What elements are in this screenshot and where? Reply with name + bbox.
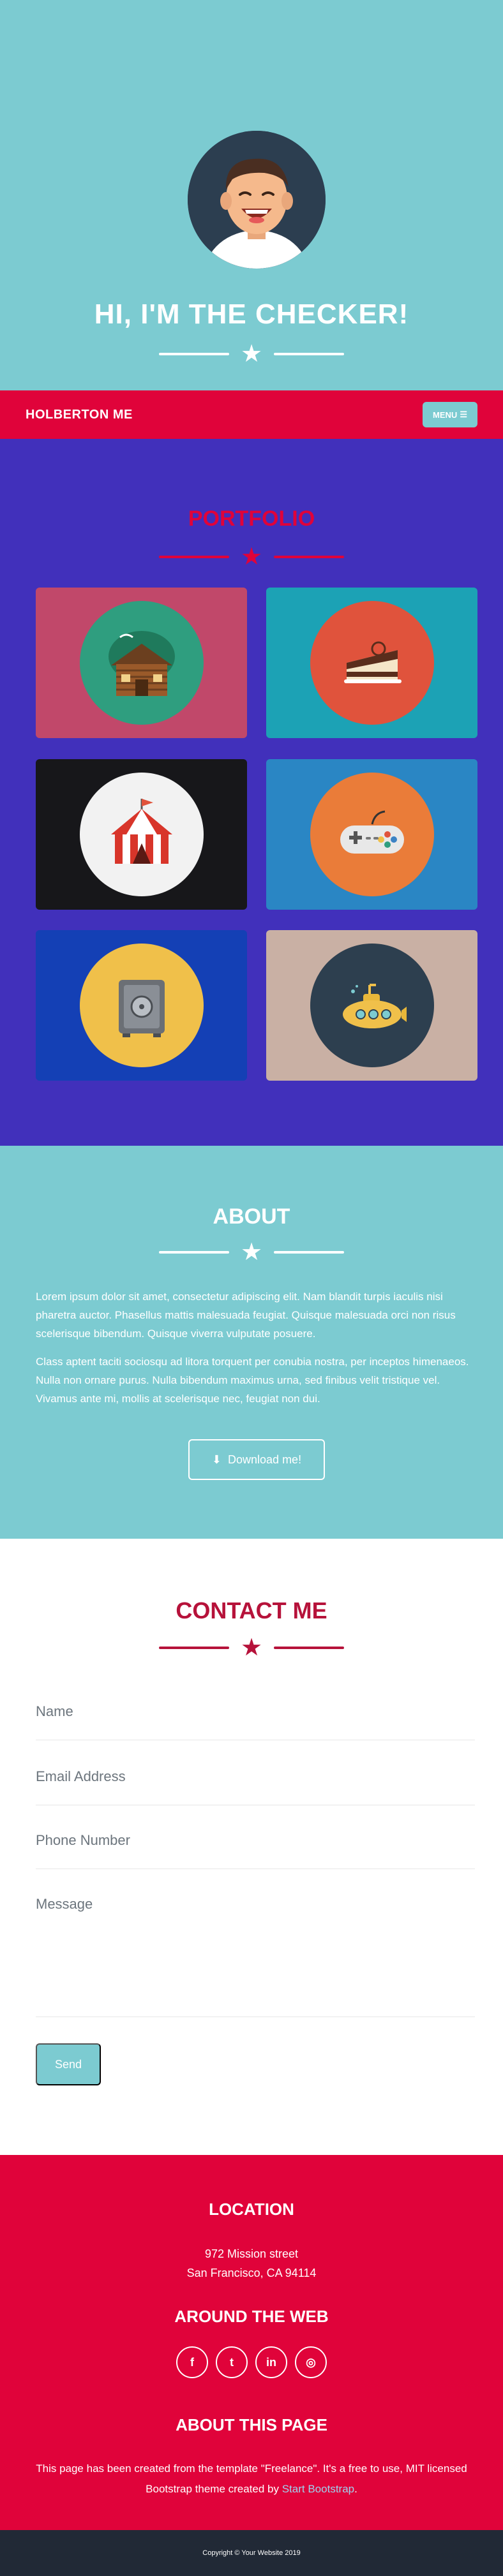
address: 972 Mission street San Francisco, CA 941… [0, 2244, 503, 2283]
cake-slice-icon [343, 641, 402, 683]
around-the-web-title: AROUND THE WEB [174, 2307, 329, 2326]
portfolio-item-game[interactable] [266, 759, 477, 910]
about-page-text-part: . [354, 2483, 357, 2495]
circus-tent-icon [110, 799, 172, 864]
start-bootstrap-link[interactable]: Start Bootstrap [282, 2483, 354, 2495]
portfolio-item-circus[interactable] [36, 759, 247, 910]
star-icon: ★ [240, 341, 263, 367]
divider-line [158, 1647, 229, 1649]
footer: LOCATION 972 Mission street San Francisc… [0, 2155, 503, 2530]
phone-placeholder: Phone Number [36, 1832, 130, 1848]
name-placeholder: Name [36, 1703, 73, 1719]
linkedin-icon[interactable]: in [255, 2346, 287, 2378]
portfolio-item-cabin[interactable] [36, 588, 247, 738]
phone-field[interactable]: Phone Number [36, 1832, 475, 1869]
name-field[interactable]: Name [36, 1703, 475, 1740]
about-section: ABOUT ★ Lorem ipsum dolor sit amet, cons… [0, 1146, 503, 1539]
social-links: f t in ◎ [0, 2346, 503, 2378]
contact-title: CONTACT ME [176, 1597, 327, 1624]
star-icon: ★ [240, 1239, 263, 1266]
download-button[interactable]: ⬇ Download me! [188, 1439, 325, 1480]
page-title: HI, I'M THE CHECKER! [94, 299, 409, 330]
divider-line [158, 353, 229, 355]
message-placeholder: Message [36, 1896, 93, 1912]
copyright-bar: Copyright © Your Website 2019 [0, 2530, 503, 2576]
dribbble-icon[interactable]: ◎ [295, 2346, 327, 2378]
email-field[interactable]: Email Address [36, 1768, 475, 1805]
divider-line [274, 353, 345, 355]
title-divider: ★ [0, 342, 503, 366]
safe-icon [118, 980, 165, 1037]
star-icon: ★ [240, 1634, 263, 1661]
portfolio-item-submarine[interactable] [266, 930, 477, 1081]
game-controller-icon [340, 810, 404, 854]
star-icon: ★ [240, 544, 263, 570]
address-line: 972 Mission street [204, 2247, 299, 2260]
send-button[interactable]: Send [36, 2043, 101, 2085]
about-paragraph: Class aptent taciti sociosqu ad litora t… [36, 1356, 469, 1405]
divider-line [274, 1647, 345, 1649]
about-title: ABOUT [213, 1204, 290, 1229]
portfolio-item-safe[interactable] [36, 930, 247, 1081]
portfolio-divider: ★ [0, 545, 503, 569]
about-page-title: ABOUT THIS PAGE [176, 2415, 327, 2434]
about-paragraph: Lorem ipsum dolor sit amet, consectetur … [36, 1291, 456, 1340]
download-icon: ⬇ [211, 1453, 222, 1466]
masthead: HI, I'M THE CHECKER! ★ [0, 0, 503, 390]
facebook-icon[interactable]: f [176, 2346, 208, 2378]
divider-line [158, 556, 229, 558]
navbar: HOLBERTON ME MENU ☰ [0, 390, 503, 439]
email-placeholder: Email Address [36, 1768, 126, 1784]
address-line: San Francisco, CA 94114 [186, 2267, 317, 2279]
menu-button[interactable]: MENU ☰ [423, 402, 477, 427]
location-title: LOCATION [209, 2200, 294, 2219]
divider-line [274, 556, 345, 558]
download-label: Download me! [228, 1453, 302, 1466]
menu-label: MENU [433, 410, 458, 420]
avatar [188, 131, 326, 269]
copyright-text: Copyright © Your Website 2019 [202, 2549, 301, 2557]
portfolio-section: PORTFOLIO ★ [0, 439, 503, 1146]
message-field[interactable]: Message [36, 1896, 475, 2017]
log-cabin-icon [108, 631, 175, 696]
brand-link[interactable]: HOLBERTON ME [26, 408, 133, 422]
about-page-text: This page has been created from the temp… [36, 2459, 467, 2499]
portfolio-item-cake[interactable] [266, 588, 477, 738]
smiling-boy-avatar [188, 131, 326, 269]
submarine-icon [342, 984, 407, 1028]
twitter-icon[interactable]: t [216, 2346, 248, 2378]
contact-divider: ★ [0, 1636, 503, 1660]
divider-line [274, 1251, 345, 1254]
portfolio-title: PORTFOLIO [188, 507, 315, 531]
about-divider: ★ [0, 1240, 503, 1264]
contact-section: CONTACT ME ★ Name Email Address Phone Nu… [0, 1539, 503, 2155]
hamburger-icon: ☰ [460, 410, 467, 419]
divider-line [158, 1251, 229, 1254]
about-page-text-part: This page has been created from the temp… [36, 2462, 467, 2495]
